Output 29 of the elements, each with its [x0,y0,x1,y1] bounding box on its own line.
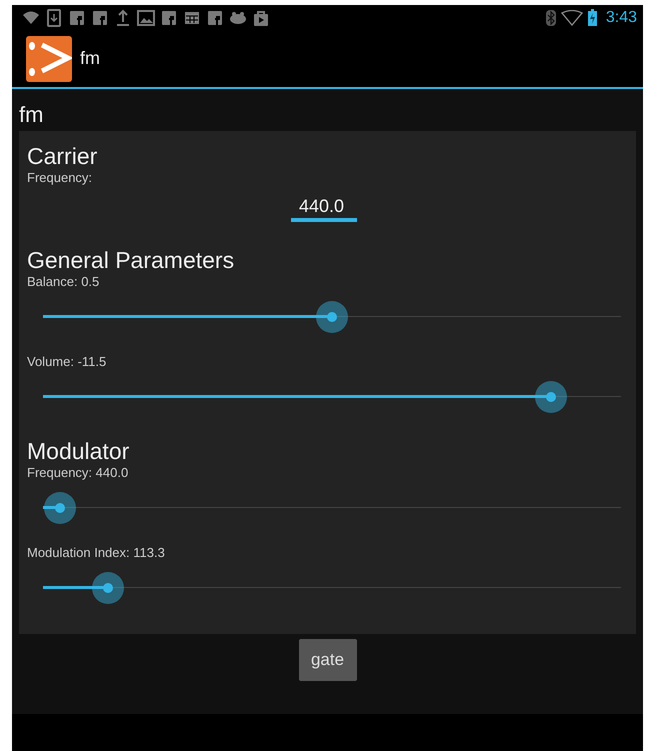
gate-button[interactable]: gate [298,639,356,681]
section-heading: General Parameters [27,246,236,274]
page-title: fm [19,102,44,128]
slider-thumb[interactable] [44,492,76,524]
slider-thumb[interactable] [316,301,348,333]
upload-icon [114,8,132,26]
app-logo-icon [26,36,72,82]
section-heading: Carrier [27,142,98,170]
wifi-icon [560,10,583,26]
field-label: Balance: 0.5 [27,274,100,290]
clock-text: 3:43 [606,8,637,28]
field-label: Frequency: [27,170,94,186]
notification-icon [91,8,109,26]
app-title: fm [80,47,100,70]
number-field[interactable]: 440.0 [291,192,357,222]
slider-thumb[interactable] [92,572,124,604]
slider-thumb[interactable] [535,381,568,413]
notification-icon [206,8,224,26]
bluetooth-icon [546,10,556,26]
field-label: Modulation Index: 113.3 [27,545,166,561]
battery-charging-icon [588,9,597,26]
notification-icon [68,8,86,26]
field-label: Volume: -11.5 [27,354,108,370]
field-label: Frequency: 440.0 [27,465,130,481]
image-icon [137,8,155,26]
notification-icon [160,8,178,26]
shopping-bag-icon [252,8,270,26]
download-icon [45,8,63,26]
section-heading: Modulator [27,437,130,465]
